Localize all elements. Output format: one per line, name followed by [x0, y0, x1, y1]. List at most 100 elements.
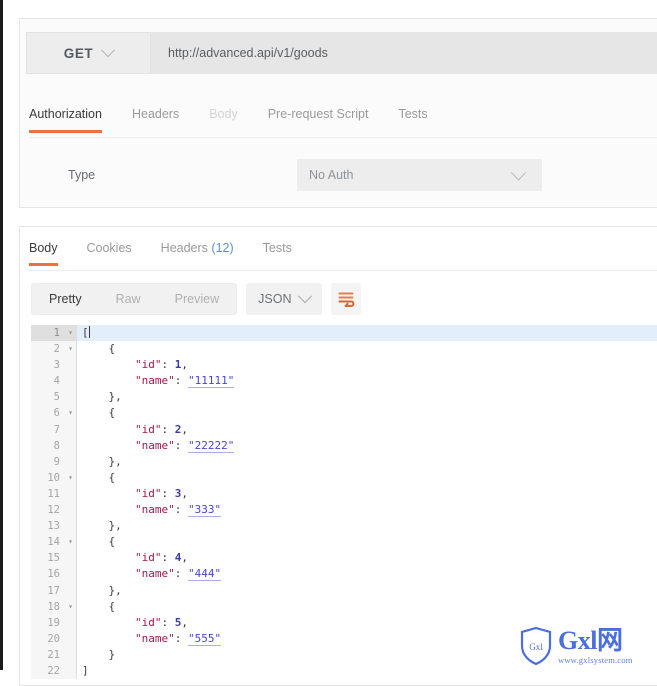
format-preview-button[interactable]: Preview	[158, 284, 236, 314]
auth-type-label: Type	[68, 168, 96, 182]
json-code-editor[interactable]: 1 ▾[2 ▾ {3 "id": 1, 4 "name": "11111" 5 }, 6 ▾…	[31, 325, 657, 685]
token-str: "555"	[187, 631, 222, 646]
token-punc: },	[108, 583, 122, 597]
line-number: 15	[47, 552, 60, 565]
line-number-gutter: 7	[31, 421, 77, 438]
code-line-text: {	[77, 599, 116, 615]
token-punc: {	[108, 406, 116, 420]
auth-type-value: No Auth	[309, 168, 354, 182]
code-line-text: "name": "444"	[77, 566, 222, 582]
fold-arrow-icon[interactable]: ▾	[68, 470, 73, 486]
line-number-gutter: 2 ▾	[31, 341, 77, 358]
line-number-gutter: 4	[31, 373, 77, 390]
token-key: "name"	[134, 374, 175, 388]
line-number-gutter: 17	[31, 582, 77, 599]
line-number-gutter: 15	[31, 550, 77, 567]
code-line[interactable]: 22]	[31, 662, 657, 680]
line-number-gutter: 21	[31, 646, 77, 663]
token-punc: },	[108, 454, 122, 468]
format-pretty-button[interactable]: Pretty	[32, 284, 99, 314]
code-line[interactable]: 17 },	[31, 582, 657, 599]
line-number-gutter: 8	[31, 437, 77, 454]
token-punc: ,	[181, 358, 188, 372]
code-line[interactable]: 11 "id": 3,	[31, 485, 657, 503]
code-line[interactable]: 13 },	[31, 518, 657, 535]
code-line-text: "id": 3,	[77, 486, 188, 502]
code-line[interactable]: 19 "id": 5,	[31, 614, 657, 631]
token-key: "id"	[134, 551, 162, 565]
tab-pre-request-script[interactable]: Pre-request Script	[268, 101, 369, 132]
code-line[interactable]: 18 ▾ {	[31, 598, 657, 615]
code-line[interactable]: 20 "name": "555"	[31, 630, 657, 647]
code-line-text: "id": 4,	[77, 550, 188, 566]
response-panel: Body Cookies Headers (12) Tests Pretty R…	[19, 226, 657, 686]
token-punc: ,	[181, 486, 188, 500]
response-tab-tests-label: Tests	[262, 241, 292, 255]
word-wrap-toggle[interactable]	[331, 283, 362, 315]
line-number-gutter: 1 ▾	[31, 325, 77, 342]
url-input[interactable]: http://advanced.api/v1/goods	[151, 32, 657, 74]
token-punc: ,	[181, 551, 188, 565]
line-number: 19	[47, 616, 60, 629]
code-line-text: "id": 2,	[77, 422, 188, 438]
code-line[interactable]: 12 "name": "333"	[31, 502, 657, 519]
chevron-down-icon	[101, 43, 116, 58]
token-str: "444"	[187, 567, 222, 582]
token-punc: :	[174, 438, 188, 452]
code-line[interactable]: 5 },	[31, 389, 657, 406]
code-line[interactable]: 21 }	[31, 646, 657, 663]
response-tab-body[interactable]: Body	[29, 236, 58, 266]
app-left-edge	[0, 0, 3, 670]
token-punc: {	[108, 535, 116, 549]
line-number-gutter: 13	[31, 518, 77, 535]
code-line-text: "name": "333"	[77, 502, 222, 518]
tab-authorization[interactable]: Authorization	[29, 101, 102, 133]
language-select[interactable]: JSON	[246, 283, 323, 315]
line-number-gutter: 9	[31, 453, 77, 470]
token-str: "333"	[187, 503, 222, 518]
code-line[interactable]: 3 "id": 1,	[31, 357, 657, 374]
code-line[interactable]: 2 ▾ {	[31, 341, 657, 358]
code-line[interactable]: 9 },	[31, 453, 657, 470]
response-tab-tests[interactable]: Tests	[263, 236, 292, 265]
auth-type-select[interactable]: No Auth	[297, 159, 542, 191]
token-punc: {	[108, 342, 116, 356]
line-number: 20	[47, 632, 60, 645]
code-line[interactable]: 7 "id": 2,	[31, 421, 657, 438]
response-tab-headers[interactable]: Headers (12)	[161, 236, 234, 265]
code-line[interactable]: 16 "name": "444"	[31, 566, 657, 583]
tab-headers[interactable]: Headers	[132, 101, 179, 132]
fold-arrow-icon[interactable]: ▾	[68, 341, 73, 357]
token-punc: :	[174, 567, 188, 581]
token-str: "11111"	[187, 374, 235, 389]
code-line[interactable]: 1 ▾ [	[31, 325, 657, 342]
token-punc: :	[161, 422, 175, 436]
tab-body[interactable]: Body	[209, 101, 238, 132]
code-line[interactable]: 8 "name": "22222"	[31, 437, 657, 454]
code-line-text: {	[77, 341, 116, 357]
code-line[interactable]: 6 ▾ {	[31, 405, 657, 422]
code-line[interactable]: 15 "id": 4,	[31, 550, 657, 567]
line-number-gutter: 22	[31, 662, 77, 680]
tab-tests[interactable]: Tests	[398, 101, 427, 132]
text-cursor	[88, 326, 90, 338]
code-line[interactable]: 14 ▾ {	[31, 534, 657, 551]
token-punc: },	[108, 390, 122, 404]
code-line-text: {	[77, 470, 116, 486]
fold-arrow-icon[interactable]: ▾	[68, 599, 73, 615]
code-line-text: },	[77, 583, 122, 599]
word-wrap-icon	[338, 292, 355, 307]
fold-arrow-icon[interactable]: ▾	[68, 405, 73, 421]
code-line[interactable]: 10 ▾ {	[31, 469, 657, 486]
http-method-select[interactable]: GET	[26, 32, 151, 74]
http-method-label: GET	[63, 45, 94, 61]
response-tab-cookies[interactable]: Cookies	[87, 236, 132, 265]
format-raw-button[interactable]: Raw	[99, 284, 158, 314]
url-bar: GET http://advanced.api/v1/goods	[26, 32, 657, 74]
code-line-text: "name": "22222"	[77, 438, 235, 454]
token-punc: }	[108, 647, 116, 661]
code-line[interactable]: 4 "name": "11111"	[31, 373, 657, 390]
fold-arrow-icon[interactable]: ▾	[68, 325, 73, 341]
code-line-text: "id": 5,	[77, 615, 188, 631]
fold-arrow-icon[interactable]: ▾	[68, 534, 73, 550]
